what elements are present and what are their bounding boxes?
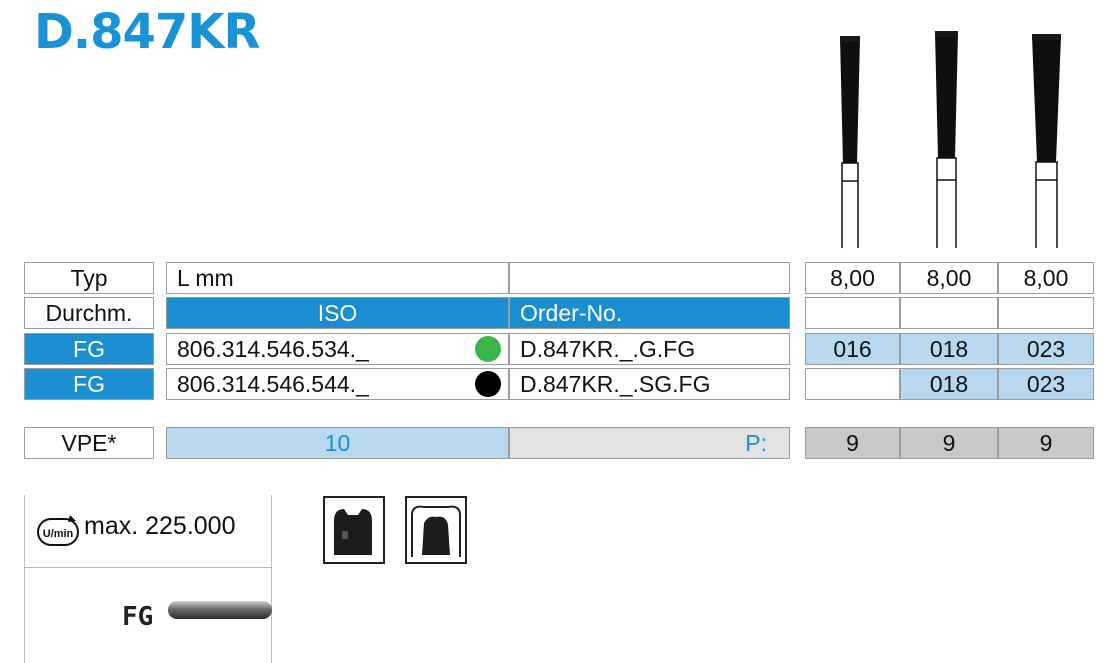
- tooth-crown-icon: [323, 496, 385, 564]
- vpe-label: VPE*: [24, 427, 154, 459]
- row-type-fg: FG: [24, 368, 154, 400]
- l-mm-header: L mm: [166, 262, 509, 294]
- size-cell: 023: [998, 368, 1094, 400]
- length-cell-2: 8,00: [900, 262, 998, 294]
- row-type-fg: FG: [24, 333, 154, 365]
- durchm-header: Durchm.: [24, 297, 154, 329]
- fg-shank-icon: FG: [122, 601, 272, 632]
- typ-header: Typ: [24, 262, 154, 294]
- product-title: D.847KR: [34, 4, 260, 60]
- iso-header: ISO: [166, 297, 509, 329]
- bur-image: [840, 31, 1061, 250]
- black-grit-indicator: [475, 371, 501, 397]
- size-blank-2: [900, 297, 998, 329]
- header-blank-cell: [509, 262, 790, 294]
- info-box-divider: [24, 567, 272, 568]
- order-number: D.847KR._.G.FG: [509, 333, 790, 365]
- info-box-left-border: [24, 495, 25, 663]
- vpe-value: 10: [166, 427, 509, 459]
- iso-number: 806.314.546.544._: [166, 368, 509, 400]
- size-cell: 018: [900, 368, 998, 400]
- tooth-inlay-icon: [405, 496, 467, 564]
- rpm-max: max. 225.000: [84, 512, 236, 540]
- size-cell: 016: [805, 333, 900, 365]
- size-blank-1: [805, 297, 900, 329]
- fg-shank-label: FG: [122, 602, 153, 632]
- rpm-icon: U/min: [37, 515, 79, 546]
- size-cell-empty: [805, 368, 900, 400]
- order-no-header: Order-No.: [509, 297, 790, 329]
- size-blank-3: [998, 297, 1094, 329]
- length-cell-1: 8,00: [805, 262, 900, 294]
- iso-number: 806.314.546.534._: [166, 333, 509, 365]
- price-label: P:: [509, 427, 790, 459]
- price-value: 9: [998, 427, 1094, 459]
- order-number: D.847KR._.SG.FG: [509, 368, 790, 400]
- price-value: 9: [805, 427, 900, 459]
- rpm-icon-text: U/min: [43, 528, 74, 540]
- length-cell-3: 8,00: [998, 262, 1094, 294]
- price-value: 9: [900, 427, 998, 459]
- size-cell: 018: [900, 333, 998, 365]
- green-grit-indicator: [475, 336, 501, 362]
- size-cell: 023: [998, 333, 1094, 365]
